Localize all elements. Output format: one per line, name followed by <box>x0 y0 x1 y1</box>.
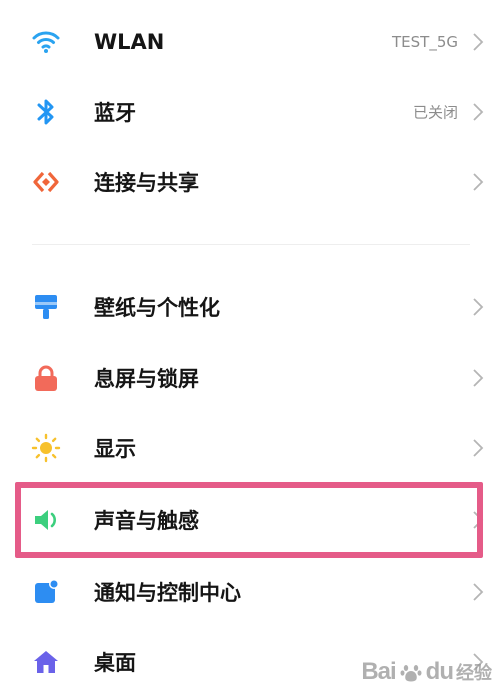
settings-item-label: 声音与触感 <box>94 509 199 533</box>
chevron-right-icon <box>473 298 484 316</box>
bluetooth-status: 已关闭 <box>412 103 458 122</box>
wlan-network-name: TEST_5G <box>392 33 458 51</box>
section-divider <box>32 244 470 245</box>
settings-item-label: 壁纸与个性化 <box>94 296 220 320</box>
settings-item-wallpaper[interactable]: 壁纸与个性化 <box>0 277 500 337</box>
share-icon <box>30 166 62 198</box>
chevron-right-icon <box>473 583 484 601</box>
notification-icon <box>30 576 62 608</box>
baidu-jingyan-watermark: Bai du 经验 <box>361 658 492 686</box>
settings-item-label: 通知与控制中心 <box>94 581 241 605</box>
watermark-brand: Bai <box>361 658 396 685</box>
chevron-right-icon <box>473 439 484 457</box>
settings-item-label: 连接与共享 <box>94 171 199 195</box>
lock-icon <box>30 362 62 394</box>
settings-item-notification-control-center[interactable]: 通知与控制中心 <box>0 562 500 622</box>
sun-icon <box>30 432 62 464</box>
wallpaper-icon <box>30 291 62 323</box>
settings-item-label: 蓝牙 <box>94 101 136 125</box>
settings-item-display[interactable]: 显示 <box>0 418 500 478</box>
chevron-right-icon <box>473 33 484 51</box>
home-icon <box>30 646 62 678</box>
watermark-brand-suffix: du <box>425 658 454 685</box>
chevron-right-icon <box>473 173 484 191</box>
settings-item-wlan[interactable]: WLAN TEST_5G <box>0 12 500 72</box>
settings-item-label: 桌面 <box>94 651 136 675</box>
chevron-right-icon <box>473 103 484 121</box>
paw-icon <box>400 665 422 682</box>
settings-item-label: WLAN <box>94 30 165 54</box>
settings-item-connection-sharing[interactable]: 连接与共享 <box>0 152 500 212</box>
speaker-icon <box>30 504 62 536</box>
wifi-icon <box>30 26 62 58</box>
chevron-right-icon <box>473 511 484 529</box>
settings-item-label: 显示 <box>94 437 136 461</box>
settings-item-lock-screen[interactable]: 息屏与锁屏 <box>0 348 500 408</box>
settings-item-label: 息屏与锁屏 <box>94 367 199 391</box>
settings-item-bluetooth[interactable]: 蓝牙 已关闭 <box>0 82 500 142</box>
bluetooth-icon <box>30 96 62 128</box>
settings-item-sound-haptics[interactable]: 声音与触感 <box>0 490 500 550</box>
watermark-suffix: 经验 <box>456 663 492 683</box>
chevron-right-icon <box>473 369 484 387</box>
